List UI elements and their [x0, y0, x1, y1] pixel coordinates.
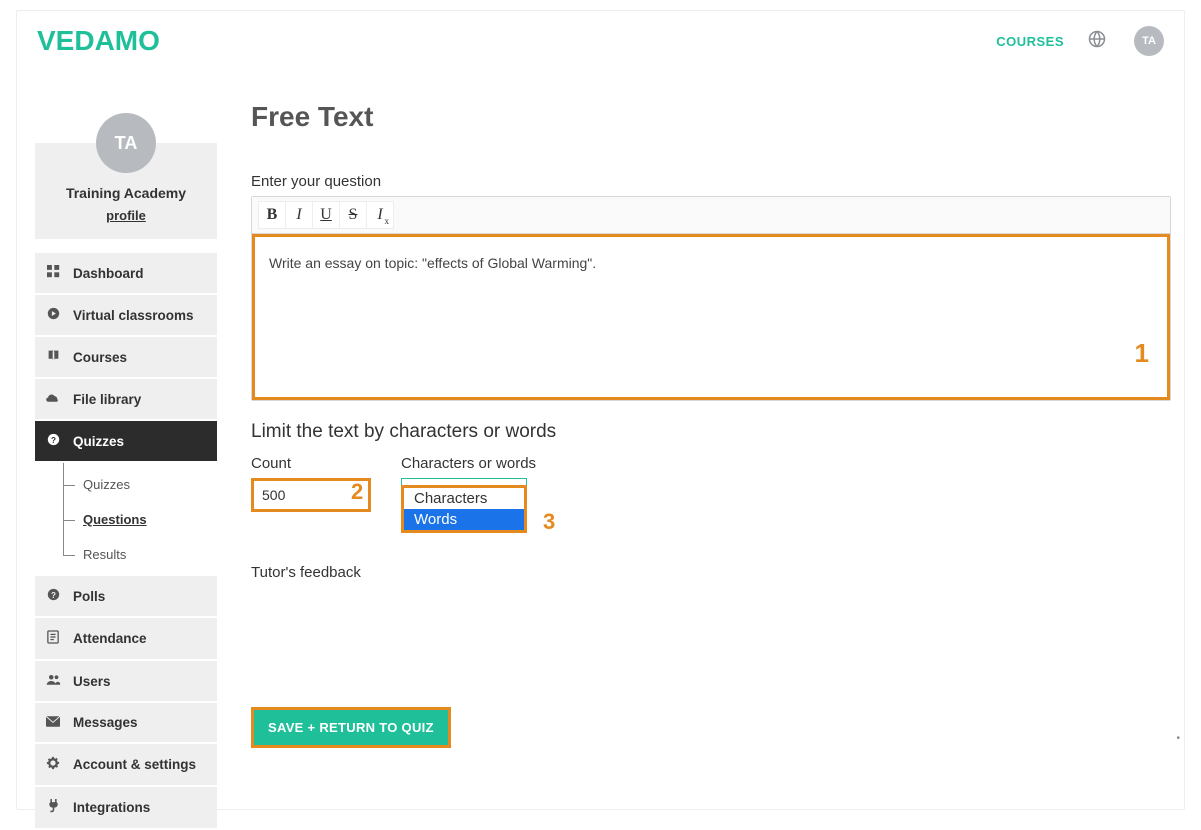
annotation-2: 2 [351, 479, 363, 505]
cloud-icon [45, 391, 61, 407]
dropdown-option-words[interactable]: Words [404, 509, 524, 530]
sidebar-label: Users [73, 674, 111, 689]
bold-button[interactable]: B [258, 201, 286, 229]
profile-link[interactable]: profile [106, 208, 146, 223]
sidebar-label: Account & settings [73, 757, 196, 772]
annotation-3: 3 [543, 509, 555, 535]
book-icon [45, 349, 61, 365]
submenu-item-questions[interactable]: Questions [63, 502, 217, 537]
feedback-label: Tutor's feedback [251, 564, 1176, 581]
clear-format-button[interactable]: Ix [366, 201, 394, 229]
chars-words-dropdown: Characters Words [401, 485, 527, 533]
question-icon: ? [45, 588, 61, 604]
nav-courses-link[interactable]: COURSES [996, 34, 1064, 49]
envelope-icon [45, 715, 61, 730]
sidebar-item-polls[interactable]: ? Polls [35, 576, 217, 618]
sidebar-label: Integrations [73, 800, 150, 815]
sidebar-label: Dashboard [73, 266, 144, 281]
question-textarea[interactable]: Write an essay on topic: "effects of Glo… [252, 234, 1170, 400]
play-icon [45, 307, 61, 323]
question-icon: ? [45, 433, 61, 449]
sidebar-item-users[interactable]: Users [35, 661, 217, 703]
editor-toolbar: B I U S Ix [252, 197, 1170, 234]
sidebar-label: Virtual classrooms [73, 308, 194, 323]
logo[interactable]: VEDAMO [37, 25, 160, 57]
chars-words-label: Characters or words [401, 455, 536, 472]
sidebar: TA Training Academy profile Dashboard [35, 143, 217, 809]
sidebar-item-file-library[interactable]: File library [35, 379, 217, 421]
editor: B I U S Ix Write an essay on topic: "eff… [251, 196, 1171, 401]
enter-question-label: Enter your question [251, 173, 1176, 190]
sidebar-item-dashboard[interactable]: Dashboard [35, 253, 217, 295]
scroll-indicator: • [1176, 733, 1180, 744]
globe-icon[interactable] [1088, 30, 1106, 53]
avatar-large: TA [96, 113, 156, 173]
dropdown-option-characters[interactable]: Characters [404, 488, 524, 509]
quizzes-submenu: Quizzes Questions Results [35, 463, 217, 576]
sidebar-item-quizzes[interactable]: ? Quizzes [35, 421, 217, 463]
underline-button[interactable]: U [312, 201, 340, 229]
app-header: VEDAMO COURSES TA [17, 11, 1184, 71]
sidebar-item-account-settings[interactable]: Account & settings [35, 744, 217, 787]
svg-text:?: ? [51, 436, 56, 445]
plug-icon [45, 799, 61, 816]
sidebar-label: Quizzes [73, 434, 124, 449]
avatar-small[interactable]: TA [1134, 26, 1164, 56]
dashboard-icon [45, 265, 61, 281]
sidebar-item-messages[interactable]: Messages [35, 703, 217, 744]
question-text: Write an essay on topic: "effects of Glo… [269, 255, 596, 271]
limit-section-title: Limit the text by characters or words [251, 421, 1176, 443]
sidebar-item-attendance[interactable]: Attendance [35, 618, 217, 661]
sidebar-label: Attendance [73, 631, 147, 646]
submenu-item-results[interactable]: Results [63, 537, 217, 572]
page-title: Free Text [251, 101, 1176, 133]
main-content: Free Text Enter your question B I U S Ix… [217, 71, 1184, 809]
org-name: Training Academy [45, 185, 207, 201]
count-label: Count [251, 455, 371, 472]
submenu-item-quizzes[interactable]: Quizzes [63, 467, 217, 502]
strikethrough-button[interactable]: S [339, 201, 367, 229]
sidebar-item-virtual-classrooms[interactable]: Virtual classrooms [35, 295, 217, 337]
users-icon [45, 673, 61, 689]
document-icon [45, 630, 61, 647]
sidebar-label: Polls [73, 589, 105, 604]
sidebar-item-courses[interactable]: Courses [35, 337, 217, 379]
annotation-1: 1 [1135, 338, 1149, 369]
sidebar-label: File library [73, 392, 141, 407]
gear-icon [45, 756, 61, 773]
save-return-button[interactable]: SAVE + RETURN TO QUIZ [251, 707, 451, 748]
italic-button[interactable]: I [285, 201, 313, 229]
sidebar-label: Messages [73, 715, 138, 730]
profile-box: TA Training Academy profile [35, 143, 217, 239]
sidebar-label: Courses [73, 350, 127, 365]
svg-text:?: ? [51, 591, 56, 600]
